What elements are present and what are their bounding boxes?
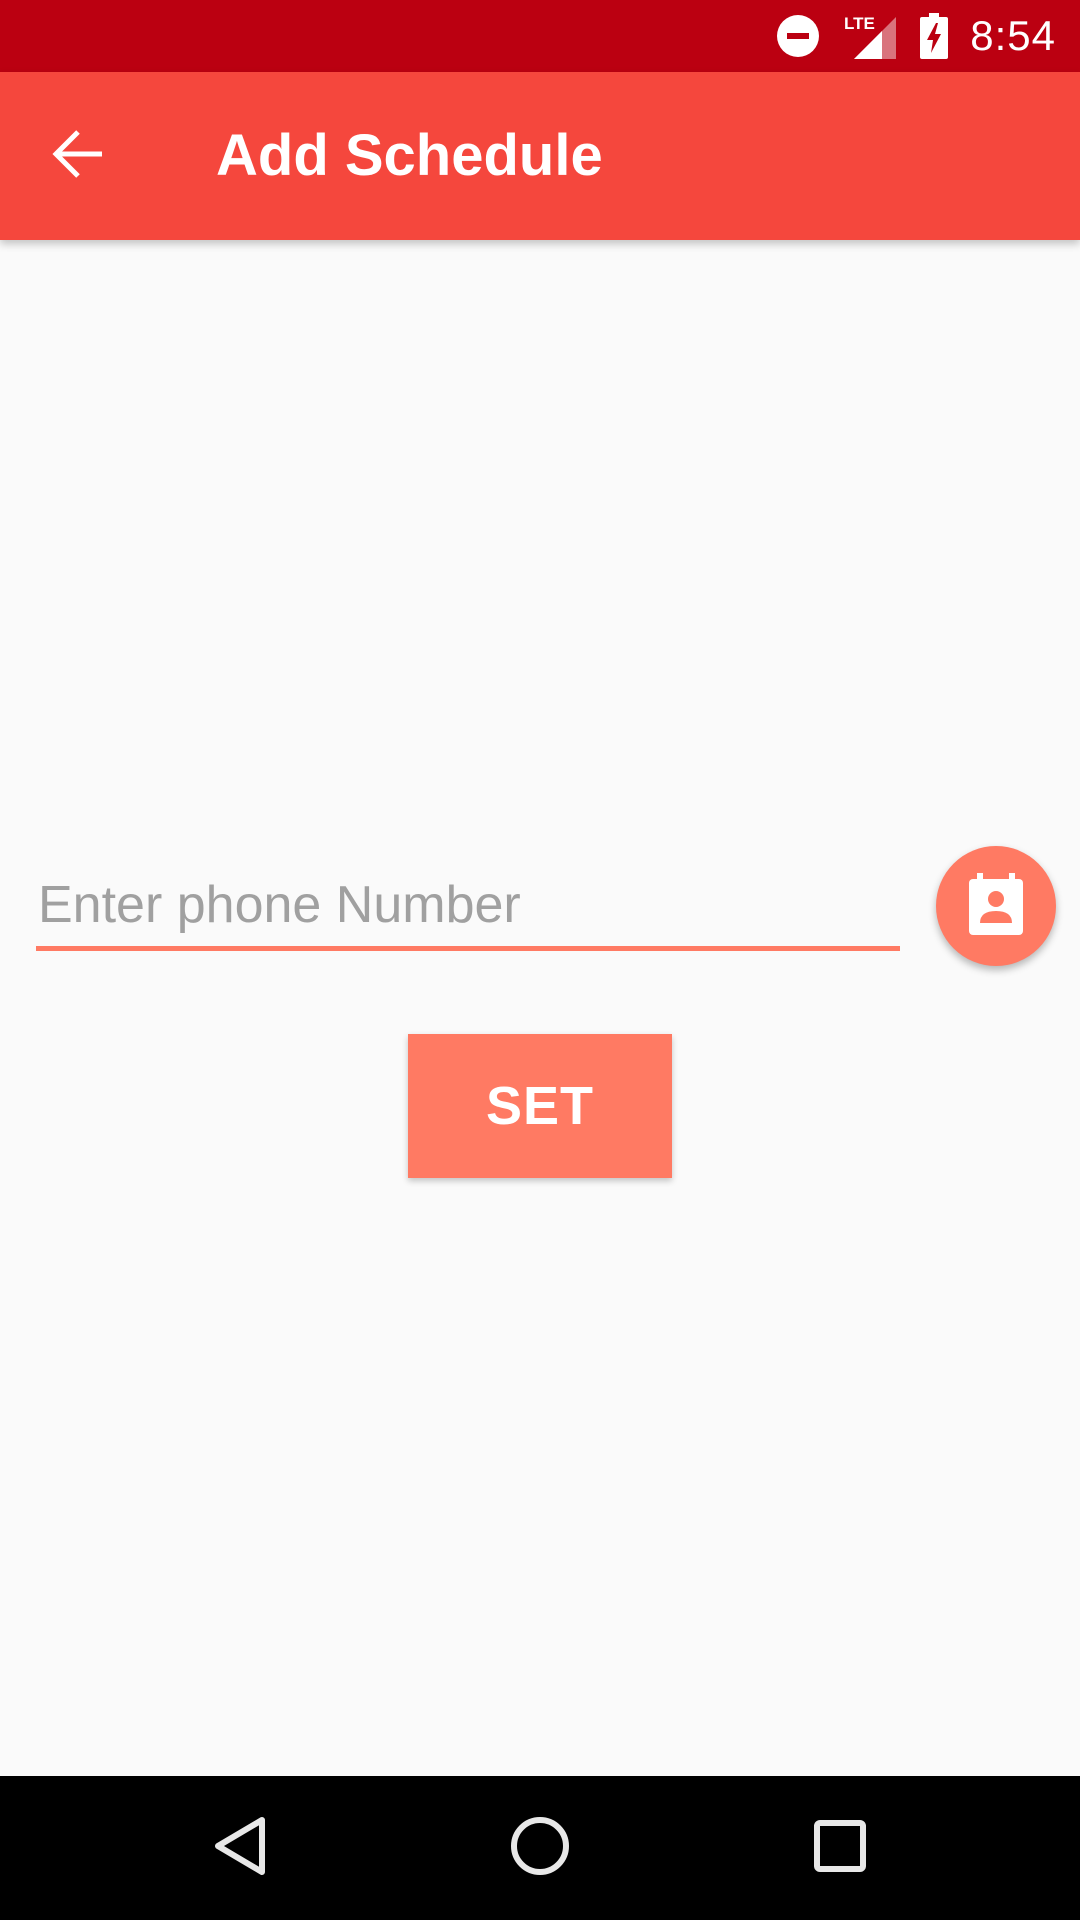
nav-home-button[interactable] (492, 1800, 588, 1896)
network-label: LTE (844, 14, 875, 33)
phone-number-input[interactable] (36, 860, 900, 950)
navigation-bar (0, 1776, 1080, 1920)
contact-card-icon (967, 872, 1025, 940)
back-button[interactable] (30, 108, 126, 204)
phone-field-underline (36, 946, 900, 951)
nav-back-button[interactable] (192, 1800, 288, 1896)
nav-recents-button[interactable] (792, 1800, 888, 1896)
status-clock: 8:54 (970, 12, 1056, 59)
contacts-button[interactable] (936, 846, 1056, 966)
nav-back-icon (210, 1814, 270, 1883)
nav-recents-icon (812, 1818, 868, 1879)
status-bar: LTE 8:54 (0, 0, 1080, 72)
lte-signal-icon: LTE (842, 11, 898, 61)
status-icons: LTE 8:54 (754, 0, 1056, 72)
set-button[interactable]: SET (408, 1034, 672, 1178)
app-bar: Add Schedule (0, 72, 1080, 240)
page-title: Add Schedule (216, 123, 603, 188)
do-not-disturb-icon (776, 14, 820, 58)
battery-charging-icon (920, 13, 949, 59)
nav-home-icon (508, 1814, 572, 1883)
arrow-back-icon (52, 128, 104, 185)
phone-field (36, 860, 900, 954)
